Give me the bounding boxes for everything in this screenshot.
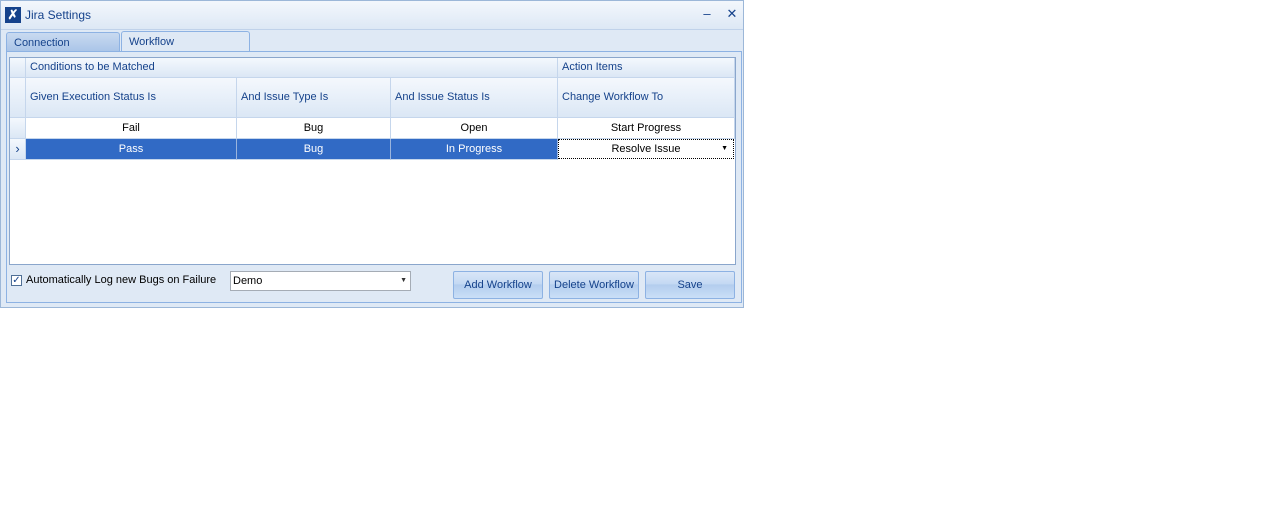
auto-log-checkbox[interactable]: ✓ bbox=[11, 275, 22, 286]
add-workflow-button[interactable]: Add Workflow bbox=[453, 271, 543, 299]
window-title: Jira Settings bbox=[25, 8, 92, 22]
dropdown-arrow-icon[interactable]: ▼ bbox=[721, 140, 728, 158]
header-row-indicator bbox=[10, 78, 26, 118]
chevron-down-icon[interactable]: ▼ bbox=[400, 272, 407, 290]
table-cell-selected[interactable]: In Progress bbox=[391, 139, 558, 160]
jira-icon: ✗ bbox=[5, 7, 21, 23]
save-button[interactable]: Save bbox=[645, 271, 735, 299]
header-corner bbox=[10, 58, 26, 78]
jira-settings-window: ✗ Jira Settings – ✕ Connection Settings … bbox=[0, 0, 744, 308]
table-cell-selected[interactable]: Pass bbox=[26, 139, 237, 160]
column-header-issue-status[interactable]: And Issue Status Is bbox=[391, 78, 558, 118]
table-cell[interactable]: Start Progress bbox=[558, 118, 735, 139]
table-cell[interactable]: Bug bbox=[237, 118, 391, 139]
tab-workflow-configuration[interactable]: Workflow Configuration bbox=[121, 31, 250, 69]
title-bar[interactable]: ✗ Jira Settings – ✕ bbox=[1, 1, 743, 30]
auto-log-label[interactable]: Automatically Log new Bugs on Failure bbox=[26, 274, 216, 286]
band-actions-header: Action Items bbox=[558, 58, 735, 78]
row-indicator[interactable] bbox=[10, 118, 26, 139]
table-cell[interactable]: Fail bbox=[26, 118, 237, 139]
workflow-grid: Conditions to be Matched Action Items Gi… bbox=[9, 57, 736, 265]
workflow-dropdown-editor[interactable]: Resolve Issue ▼ bbox=[558, 139, 734, 159]
column-header-change-workflow[interactable]: Change Workflow To bbox=[558, 78, 735, 118]
table-cell-selected[interactable]: Bug bbox=[237, 139, 391, 160]
close-button[interactable]: ✕ bbox=[724, 6, 740, 22]
minimize-button[interactable]: – bbox=[699, 6, 715, 22]
project-select[interactable]: Demo ▼ bbox=[230, 271, 411, 291]
tab-connection-settings[interactable]: Connection Settings bbox=[6, 32, 120, 69]
delete-workflow-button[interactable]: Delete Workflow bbox=[549, 271, 639, 299]
project-select-value: Demo bbox=[233, 275, 263, 287]
column-header-execution-status[interactable]: Given Execution Status Is bbox=[26, 78, 237, 118]
column-header-issue-type[interactable]: And Issue Type Is bbox=[237, 78, 391, 118]
table-cell[interactable]: Open bbox=[391, 118, 558, 139]
band-conditions-header: Conditions to be Matched bbox=[26, 58, 558, 78]
current-row-indicator[interactable]: › bbox=[10, 139, 26, 160]
workflow-dropdown-value: Resolve Issue bbox=[611, 143, 681, 155]
